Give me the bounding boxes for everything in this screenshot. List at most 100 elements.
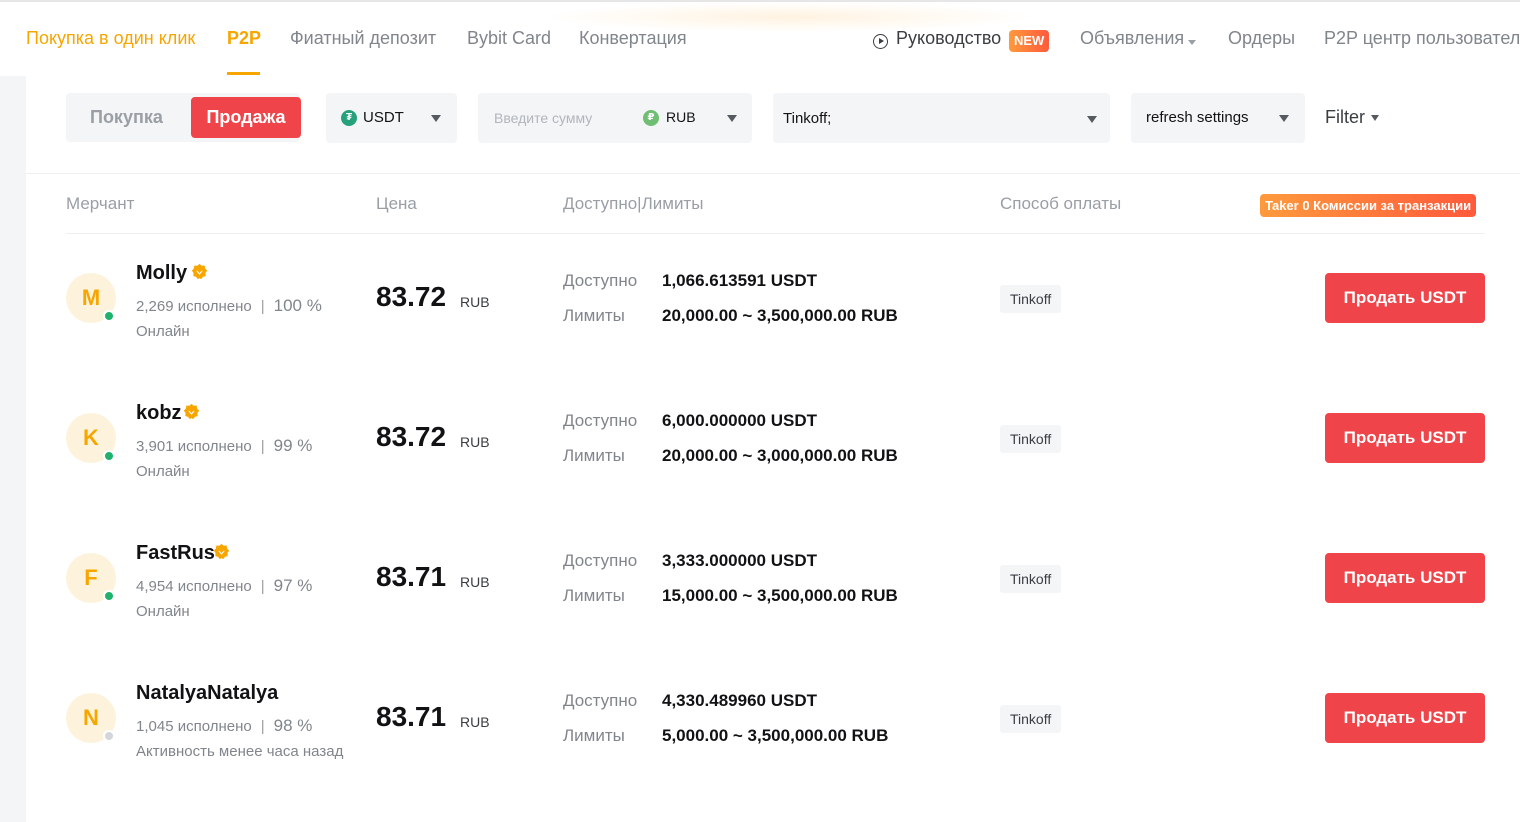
coin-select[interactable]: ₮ USDT <box>326 93 457 143</box>
price-currency: RUB <box>460 434 490 450</box>
nav-convert[interactable]: Конвертация <box>579 28 687 49</box>
refresh-settings-select[interactable]: refresh settings <box>1131 93 1305 143</box>
merchant-stats: 1,045 исполнено | 98 % <box>136 716 312 736</box>
sell-usdt-button[interactable]: Продать USDT <box>1325 693 1485 743</box>
payment-method-chip: Tinkoff <box>1000 705 1062 733</box>
orders-count: 2,269 исполнено <box>136 298 252 315</box>
sell-usdt-button[interactable]: Продать USDT <box>1325 553 1485 603</box>
active-tab-underline <box>227 72 260 75</box>
stats-separator: | <box>260 578 265 595</box>
price-value: 83.71 <box>376 701 447 732</box>
available-label: Доступно <box>563 691 638 710</box>
chevron-down-icon <box>1087 116 1097 123</box>
limits-value: 5,000.00 ~ 3,500,000.00 RUB <box>662 726 889 745</box>
price-currency: RUB <box>460 574 490 590</box>
header-merchant: Мерчант <box>66 194 135 213</box>
chevron-down-icon <box>1371 115 1379 121</box>
header-payment-method: Способ оплаты <box>1000 194 1122 213</box>
merchant-name[interactable]: kobz <box>136 402 182 425</box>
top-navigation: Покупка в один клик P2P Фиатный депозит … <box>0 0 1520 76</box>
available-label: Доступно <box>563 271 638 290</box>
payment-method-chip: Tinkoff <box>1000 565 1062 593</box>
nav-ads[interactable]: Объявления <box>1080 28 1184 49</box>
taker-fee-badge: Taker 0 Комиссии за транзакции <box>1260 194 1477 217</box>
completion-rate: 98 % <box>273 716 313 735</box>
payment-method-chip: Tinkoff <box>1000 285 1062 313</box>
available-label: Доступно <box>563 411 638 430</box>
nav-guide[interactable]: Руководство <box>896 28 1001 49</box>
ruble-icon: ₽ <box>643 110 659 126</box>
stats-separator: | <box>260 298 265 315</box>
sell-usdt-button[interactable]: Продать USDT <box>1325 273 1485 323</box>
merchant-name[interactable]: NatalyaNatalya <box>136 682 278 705</box>
price-currency: RUB <box>460 294 490 310</box>
sell-tab[interactable]: Продажа <box>191 97 301 138</box>
payment-method-chip: Tinkoff <box>1000 425 1062 453</box>
price-value: 83.71 <box>376 561 447 592</box>
merchant-status: Онлайн <box>136 323 190 340</box>
status-dot <box>103 730 115 742</box>
nav-user-center[interactable]: P2P центр пользователя <box>1324 28 1520 49</box>
limits-value: 15,000.00 ~ 3,500,000.00 RUB <box>662 586 898 605</box>
limits-label: Лимиты <box>563 446 625 465</box>
buy-tab[interactable]: Покупка <box>90 107 163 128</box>
refresh-settings-value: refresh settings <box>1146 109 1249 126</box>
header-price: Цена <box>376 194 417 213</box>
completion-rate: 99 % <box>273 436 313 455</box>
status-dot <box>103 450 115 462</box>
completion-rate: 97 % <box>273 576 313 595</box>
nav-orders[interactable]: Ордеры <box>1228 28 1295 49</box>
price-value: 83.72 <box>376 281 447 312</box>
payment-method-select[interactable]: Tinkoff; <box>773 93 1110 143</box>
payment-method-value: Tinkoff; <box>783 110 832 127</box>
chevron-down-icon <box>1279 115 1289 122</box>
chevron-down-icon <box>1188 40 1196 45</box>
stats-separator: | <box>260 718 265 735</box>
limits-label: Лимиты <box>563 586 625 605</box>
merchant-status: Онлайн <box>136 463 190 480</box>
new-badge: NEW <box>1009 30 1050 52</box>
price-currency: RUB <box>460 714 490 730</box>
filter-button[interactable]: Filter <box>1325 107 1365 128</box>
available-label: Доступно <box>563 551 638 570</box>
chevron-down-icon <box>727 115 737 122</box>
table-row: M Molly 2,269 исполнено | 100 % Онлайн 83.72 RU… <box>0 234 1520 374</box>
verified-badge-icon <box>213 543 230 560</box>
merchant-stats: 2,269 исполнено | 100 % <box>136 296 322 316</box>
status-dot <box>103 590 115 602</box>
orders-count: 1,045 исполнено <box>136 718 252 735</box>
stats-separator: | <box>260 438 265 455</box>
table-row: N NatalyaNatalya 1,045 исполнено | 98 % Актив… <box>0 654 1520 794</box>
available-value: 3,333.000000 USDT <box>662 551 817 570</box>
header-available-limits: Доступно|Лимиты <box>563 194 704 213</box>
limits-value: 20,000.00 ~ 3,500,000.00 RUB <box>662 306 898 325</box>
merchant-status: Активность менее часа назад <box>136 743 344 760</box>
verified-badge-icon <box>191 263 208 280</box>
fiat-select-value[interactable]: RUB <box>666 109 696 125</box>
status-dot <box>103 310 115 322</box>
price-value: 83.72 <box>376 421 447 452</box>
limits-label: Лимиты <box>563 726 625 745</box>
orders-count: 3,901 исполнено <box>136 438 252 455</box>
available-value: 6,000.000000 USDT <box>662 411 817 430</box>
sell-usdt-button[interactable]: Продать USDT <box>1325 413 1485 463</box>
merchant-stats: 4,954 исполнено | 97 % <box>136 576 312 596</box>
limits-value: 20,000.00 ~ 3,000,000.00 RUB <box>662 446 898 465</box>
chevron-down-icon <box>431 115 441 122</box>
available-value: 4,330.489960 USDT <box>662 691 817 710</box>
merchant-status: Онлайн <box>136 603 190 620</box>
nav-bybit-card[interactable]: Bybit Card <box>467 28 551 49</box>
amount-input-group: Введите сумму ₽ RUB <box>478 93 752 143</box>
tether-icon: ₮ <box>341 110 357 126</box>
nav-fiat-deposit[interactable]: Фиатный депозит <box>290 28 436 49</box>
nav-one-click-buy[interactable]: Покупка в один клик <box>26 28 195 49</box>
table-row: Kkobz 3,901 исполнено | 99 % Онлайн 83.72 RUB Д… <box>0 374 1520 514</box>
available-value: 1,066.613591 USDT <box>662 271 817 290</box>
filter-divider <box>26 173 1520 174</box>
play-circle-icon <box>873 34 888 49</box>
amount-input[interactable]: Введите сумму <box>494 110 592 126</box>
merchant-name[interactable]: Molly <box>136 262 187 285</box>
nav-p2p[interactable]: P2P <box>227 28 261 49</box>
table-row: F FastRus 4,954 исполнено | 97 % Онлайн 83.71 R… <box>0 514 1520 654</box>
merchant-name[interactable]: FastRus <box>136 542 215 565</box>
